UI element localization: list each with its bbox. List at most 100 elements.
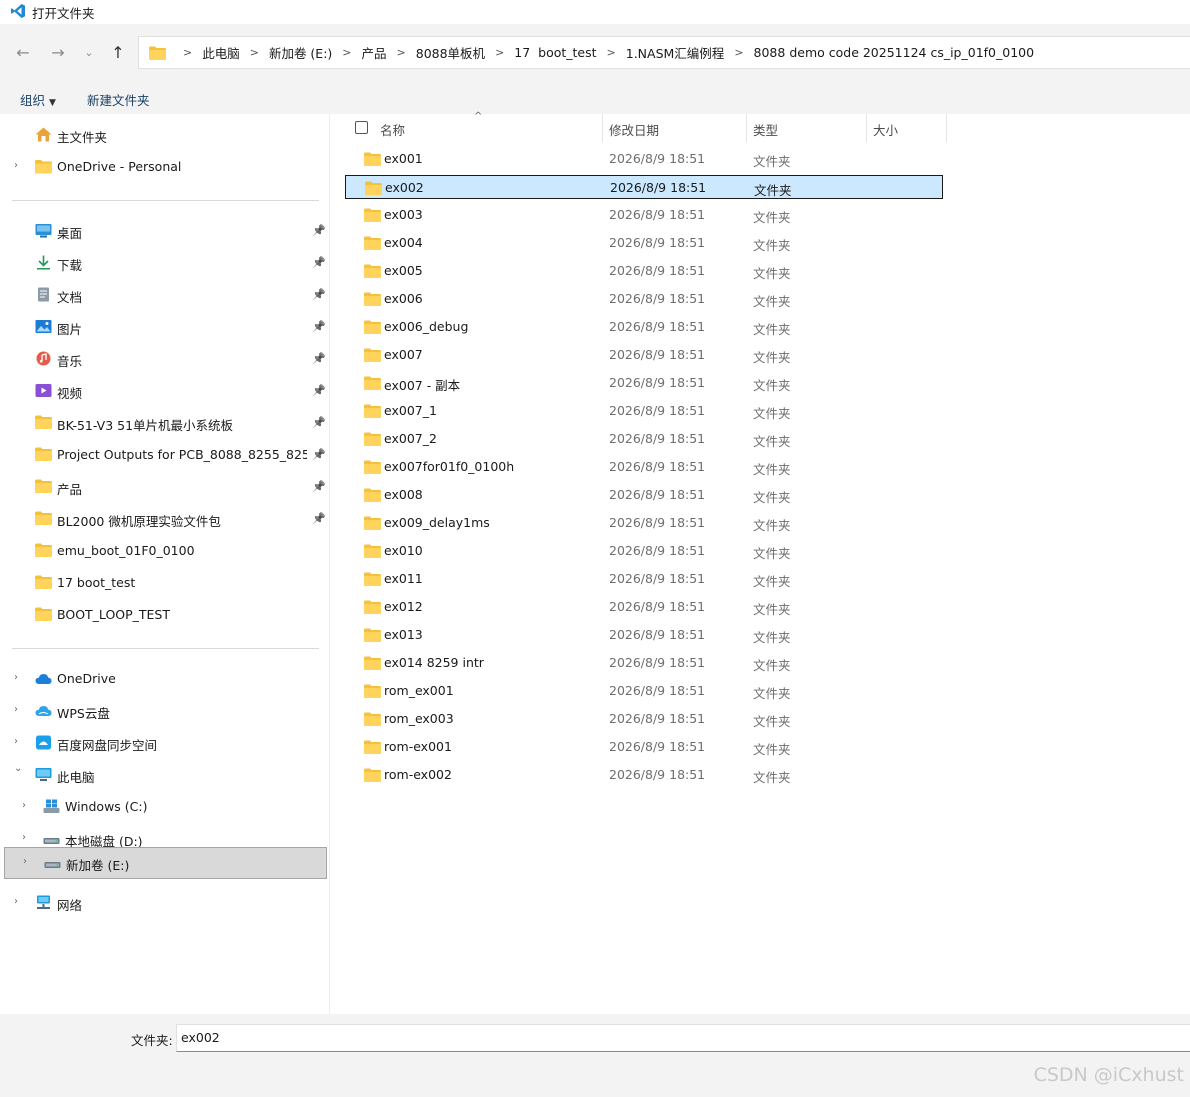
chevron-right-icon[interactable]: >: [734, 46, 743, 59]
pin-icon[interactable]: 📌: [312, 480, 326, 493]
breadcrumb-item[interactable]: 产品: [362, 43, 387, 62]
sidebar-item-home[interactable]: 主文件夹: [4, 119, 327, 151]
sidebar-item-emu-boot-01f0-0100[interactable]: emu_boot_01F0_0100: [4, 535, 327, 567]
file-row[interactable]: ex007 - 副本 2026/8/9 18:51 文件夹: [345, 371, 943, 395]
recent-locations-chevron-icon[interactable]: ⌄: [78, 42, 100, 64]
chevron-right-icon[interactable]: ›: [14, 160, 18, 171]
sidebar-item-item[interactable]: 图片 📌: [4, 311, 327, 343]
forward-arrow-icon[interactable]: →: [47, 42, 69, 64]
navigation-pane[interactable]: 主文件夹 › OneDrive - Personal 桌面 📌 下载 📌 文档 📌 图片 📌 音…: [0, 114, 330, 1014]
chevron-right-icon[interactable]: >: [342, 46, 351, 59]
breadcrumb-item[interactable]: 此电脑: [202, 43, 240, 62]
address-bar[interactable]: > 此电脑 > 新加卷 (E:) > 产品 > 8088单板机 > 17 boo…: [138, 36, 1190, 69]
file-row[interactable]: ex001 2026/8/9 18:51 文件夹: [345, 147, 943, 171]
file-row[interactable]: ex004 2026/8/9 18:51 文件夹: [345, 231, 943, 255]
chevron-right-icon[interactable]: ›: [22, 832, 26, 843]
file-type: 文件夹: [753, 462, 791, 477]
sidebar-item-item[interactable]: 桌面 📌: [4, 215, 327, 247]
column-header-date[interactable]: 修改日期: [609, 120, 659, 139]
pin-icon[interactable]: 📌: [312, 416, 326, 429]
sidebar-item-bk-51-v3-51[interactable]: BK-51-V3 51单片机最小系统板 📌: [4, 407, 327, 439]
chevron-right-icon[interactable]: ›: [23, 856, 27, 867]
breadcrumb-item[interactable]: 17 boot_test: [514, 45, 596, 60]
column-header-size[interactable]: 大小: [873, 120, 898, 139]
column-divider[interactable]: [746, 114, 747, 142]
file-row[interactable]: rom_ex001 2026/8/9 18:51 文件夹: [345, 679, 943, 703]
file-row[interactable]: ex006_debug 2026/8/9 18:51 文件夹: [345, 315, 943, 339]
file-row[interactable]: rom-ex001 2026/8/9 18:51 文件夹: [345, 735, 943, 759]
chevron-right-icon[interactable]: ›: [14, 736, 18, 747]
tree-item-e[interactable]: › 新加卷 (E:): [4, 847, 327, 879]
pin-icon[interactable]: 📌: [312, 256, 326, 269]
sidebar-item-boot-loop-test[interactable]: BOOT_LOOP_TEST: [4, 599, 327, 631]
file-row[interactable]: ex009_delay1ms 2026/8/9 18:51 文件夹: [345, 511, 943, 535]
sidebar-item-item[interactable]: 文档 📌: [4, 279, 327, 311]
tree-item-onedrive[interactable]: › OneDrive: [4, 663, 327, 695]
chevron-right-icon[interactable]: ›: [14, 896, 18, 907]
chevron-right-icon[interactable]: ›: [14, 704, 18, 715]
chevron-right-icon[interactable]: ›: [22, 800, 26, 811]
pin-icon[interactable]: 📌: [312, 352, 326, 365]
tree-item-item[interactable]: › 百度网盘同步空间: [4, 727, 327, 759]
new-folder-button[interactable]: 新建文件夹: [87, 90, 150, 109]
file-row[interactable]: ex013 2026/8/9 18:51 文件夹: [345, 623, 943, 647]
tree-item-windows-c[interactable]: › Windows (C:): [4, 791, 327, 823]
breadcrumb-item[interactable]: 新加卷 (E:): [269, 43, 332, 62]
file-row[interactable]: ex014 8259 intr 2026/8/9 18:51 文件夹: [345, 651, 943, 675]
chevron-right-icon[interactable]: >: [250, 46, 259, 59]
column-divider[interactable]: [866, 114, 867, 142]
document-icon: [38, 287, 49, 302]
file-row[interactable]: rom_ex003 2026/8/9 18:51 文件夹: [345, 707, 943, 731]
pin-icon[interactable]: 📌: [312, 224, 326, 237]
sidebar-item-item[interactable]: 产品 📌: [4, 471, 327, 503]
sidebar-item-onedrive-personal[interactable]: › OneDrive - Personal: [4, 151, 327, 183]
file-row[interactable]: ex003 2026/8/9 18:51 文件夹: [345, 203, 943, 227]
file-list-pane[interactable]: ^ 名称 修改日期 类型 大小 ex001 2026/8/9 18:51 文件夹 ex…: [331, 111, 1190, 1014]
pin-icon[interactable]: 📌: [312, 288, 326, 301]
file-row[interactable]: ex007_2 2026/8/9 18:51 文件夹: [345, 427, 943, 451]
chevron-right-icon[interactable]: ›: [14, 672, 18, 683]
file-row[interactable]: ex002 2026/8/9 18:51 文件夹: [345, 175, 943, 199]
file-row[interactable]: rom-ex002 2026/8/9 18:51 文件夹: [345, 763, 943, 787]
column-divider[interactable]: [946, 114, 947, 142]
breadcrumb-item[interactable]: 8088 demo code 20251124 cs_ip_01f0_0100: [754, 45, 1035, 60]
pin-icon[interactable]: 📌: [312, 512, 326, 525]
pin-icon[interactable]: 📌: [312, 384, 326, 397]
file-row[interactable]: ex010 2026/8/9 18:51 文件夹: [345, 539, 943, 563]
column-header-type[interactable]: 类型: [753, 120, 778, 139]
watermark: CSDN @iCxhust: [1033, 1064, 1184, 1086]
sidebar-item-project-outputs-for-pcb-8088-8255-8259-usb[interactable]: Project Outputs for PCB_8088_8255_8259_U…: [4, 439, 327, 471]
file-row[interactable]: ex007 2026/8/9 18:51 文件夹: [345, 343, 943, 367]
organize-menu-button[interactable]: 组织 ▼: [20, 90, 56, 109]
file-row[interactable]: ex012 2026/8/9 18:51 文件夹: [345, 595, 943, 619]
tree-item-item[interactable]: › 网络: [4, 887, 327, 919]
file-row[interactable]: ex005 2026/8/9 18:51 文件夹: [345, 259, 943, 283]
breadcrumb-item[interactable]: 8088单板机: [416, 43, 485, 62]
sidebar-item-bl2000[interactable]: BL2000 微机原理实验文件包 📌: [4, 503, 327, 535]
pin-icon[interactable]: 📌: [312, 320, 326, 333]
chevron-down-icon[interactable]: ⌄: [14, 763, 22, 774]
chevron-right-icon[interactable]: >: [397, 46, 406, 59]
pin-icon[interactable]: 📌: [312, 448, 326, 461]
back-arrow-icon[interactable]: ←: [12, 42, 34, 64]
tree-item-wps[interactable]: › WPS云盘: [4, 695, 327, 727]
sidebar-item-item[interactable]: 音乐 📌: [4, 343, 327, 375]
file-row[interactable]: ex008 2026/8/9 18:51 文件夹: [345, 483, 943, 507]
file-row[interactable]: ex007for01f0_0100h 2026/8/9 18:51 文件夹: [345, 455, 943, 479]
chevron-right-icon[interactable]: >: [495, 46, 504, 59]
column-header-name[interactable]: 名称: [380, 120, 405, 139]
up-arrow-icon[interactable]: ↑: [107, 42, 129, 64]
column-divider[interactable]: [602, 114, 603, 142]
select-all-checkbox[interactable]: [355, 121, 368, 134]
sidebar-item-17-boot-test[interactable]: 17 boot_test: [4, 567, 327, 599]
file-row[interactable]: ex006 2026/8/9 18:51 文件夹: [345, 287, 943, 311]
file-row[interactable]: ex007_1 2026/8/9 18:51 文件夹: [345, 399, 943, 423]
sidebar-item-item[interactable]: 下载 📌: [4, 247, 327, 279]
tree-item-item[interactable]: ⌄ 此电脑: [4, 759, 327, 791]
file-row[interactable]: ex011 2026/8/9 18:51 文件夹: [345, 567, 943, 591]
folder-name-input[interactable]: ex002: [176, 1024, 1190, 1052]
sidebar-item-item[interactable]: 视频 📌: [4, 375, 327, 407]
file-modified-date: 2026/8/9 18:51: [609, 487, 706, 502]
chevron-right-icon[interactable]: >: [607, 46, 616, 59]
breadcrumb-item[interactable]: 1.NASM汇编例程: [626, 43, 725, 62]
